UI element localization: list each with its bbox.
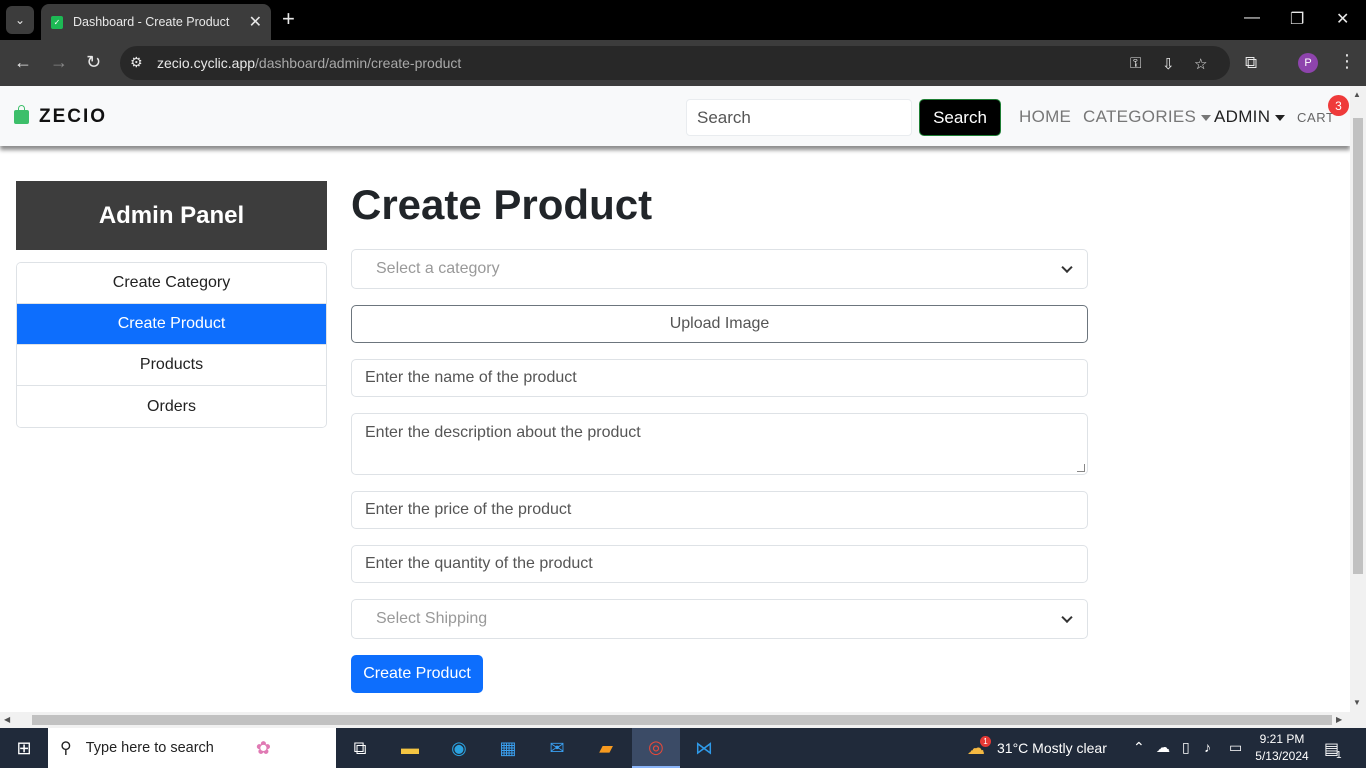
magnifier-icon: ⚲ [60,740,72,757]
tab-title: Dashboard - Create Product [73,15,230,29]
product-name-placeholder: Enter the name of the product [365,369,577,386]
search-input[interactable] [686,99,912,136]
vertical-scroll-thumb[interactable] [1353,118,1363,574]
scroll-down-arrow-icon[interactable]: ▼ [1353,698,1361,707]
network-icon[interactable]: ▭ [1229,739,1242,756]
weather-alert-badge: 1 [980,736,991,747]
task-view-icon[interactable]: ⧉ [348,728,372,768]
notification-count: 1 [1336,750,1342,761]
category-select-placeholder: Select a category [376,260,500,277]
caret-down-icon [1201,114,1212,121]
product-name-input[interactable]: Enter the name of the product [351,359,1088,397]
vscode-icon[interactable]: ⋈ [692,728,716,768]
chevron-down-icon [1061,611,1073,624]
microsoft-store-icon[interactable]: ▦ [496,728,520,768]
weather-text[interactable]: 31°C Mostly clear [997,740,1107,756]
admin-menu: Create Category Create Product Products … [16,262,327,428]
url-text[interactable]: zecio.cyclic.app/dashboard/admin/create-… [157,55,461,71]
mail-icon[interactable]: ✉ [545,728,569,768]
window-close-icon[interactable]: ✕ [1336,9,1349,29]
cart-count-badge: 3 [1328,95,1349,116]
profile-avatar[interactable]: P [1298,53,1318,73]
sublime-text-icon[interactable]: ▰ [594,728,618,768]
install-app-icon[interactable]: ⇩ [1162,55,1175,73]
brand-logo[interactable]: ZECIO [14,105,108,128]
browser-tab-active[interactable]: ✓ Dashboard - Create Product ✕ [41,4,271,40]
nav-admin-dropdown[interactable]: ADMIN [1214,107,1286,127]
menu-item-create-category[interactable]: Create Category [17,263,326,304]
page-title: Create Product [351,181,653,228]
extensions-icon[interactable]: ⧉ [1245,53,1257,73]
battery-icon[interactable]: ▯ [1182,739,1190,756]
product-price-placeholder: Enter the price of the product [365,501,572,518]
file-explorer-icon[interactable]: ▬ [398,728,422,768]
browser-tab-bar: ⌄ ✓ Dashboard - Create Product ✕ + — ❐ ✕ [0,0,1366,40]
water-lily-icon: ✿ [255,737,271,758]
chrome-icon[interactable]: ◎ [632,728,680,768]
search-button[interactable]: Search [919,99,1001,136]
nav-cart-link[interactable]: CART [1297,110,1335,125]
browser-menu-icon[interactable]: ⋮ [1338,51,1356,72]
weather-icon[interactable]: ☁ [964,728,988,768]
chevron-up-icon[interactable]: ⌃ [1133,739,1145,756]
bookmark-star-icon[interactable]: ☆ [1194,55,1207,73]
tab-close-icon[interactable]: ✕ [249,12,262,32]
tab-search-button[interactable]: ⌄ [6,6,34,34]
horizontal-scroll-thumb[interactable] [32,715,1332,725]
site-settings-icon[interactable]: ⚙ [130,54,143,71]
shopping-bag-icon [14,105,29,124]
product-quantity-input[interactable]: Enter the quantity of the product [351,545,1088,583]
menu-item-products[interactable]: Products [17,345,326,386]
taskbar-clock[interactable]: 9:21 PM 5/13/2024 [1253,731,1311,765]
nav-home-link[interactable]: HOME [1019,107,1071,127]
clock-time: 9:21 PM [1259,732,1305,746]
scroll-left-arrow-icon[interactable]: ◀ [4,715,10,724]
password-key-icon[interactable]: ⚿ [1130,55,1141,72]
forward-icon[interactable]: → [50,52,68,72]
volume-icon[interactable]: ♪ [1204,739,1211,755]
minimize-icon[interactable]: — [1244,9,1260,27]
product-price-input[interactable]: Enter the price of the product [351,491,1088,529]
shipping-select[interactable]: Select Shipping [351,599,1088,639]
product-quantity-placeholder: Enter the quantity of the product [365,555,593,572]
create-product-button[interactable]: Create Product [351,655,483,693]
menu-item-create-product[interactable]: Create Product [17,304,326,345]
upload-image-button[interactable]: Upload Image [351,305,1088,343]
page-viewport: ZECIO Search HOME CATEGORIES ADMIN CART … [0,86,1350,712]
reload-icon[interactable]: ↻ [86,52,101,72]
brand-name: ZECIO [39,106,108,127]
shipping-select-placeholder: Select Shipping [376,610,488,627]
product-description-textarea[interactable]: Enter the description about the product [351,413,1088,475]
clock-date: 5/13/2024 [1255,749,1309,763]
chevron-down-icon [1061,261,1073,274]
windows-taskbar: ⊞ ⚲ Type here to search ✿ ⧉ ▬ ◉ ▦ ✉ ▰ ◎ … [0,728,1366,768]
resize-handle-icon[interactable] [1077,464,1085,472]
back-icon[interactable]: ← [14,52,32,72]
taskbar-search-placeholder: Type here to search [85,740,214,756]
edge-browser-icon[interactable]: ◉ [447,728,471,768]
caret-down-icon [1275,114,1286,121]
scroll-up-arrow-icon[interactable]: ▲ [1353,90,1361,99]
nav-categories-dropdown[interactable]: CATEGORIES [1083,107,1212,127]
site-favicon-icon: ✓ [51,15,63,29]
new-tab-icon[interactable]: + [282,8,295,30]
windows-start-icon[interactable]: ⊞ [12,728,36,768]
taskbar-search-box[interactable]: ⚲ Type here to search ✿ [48,728,336,768]
address-bar[interactable]: ⚙ zecio.cyclic.app/dashboard/admin/creat… [120,46,1230,80]
menu-item-orders[interactable]: Orders [17,386,326,427]
product-description-placeholder: Enter the description about the product [365,424,641,441]
onedrive-icon[interactable]: ☁ [1156,739,1170,756]
scroll-right-arrow-icon[interactable]: ▶ [1336,715,1342,724]
site-navbar: ZECIO Search HOME CATEGORIES ADMIN CART … [0,86,1350,146]
category-select[interactable]: Select a category [351,249,1088,289]
admin-panel-title: Admin Panel [16,181,327,250]
restore-icon[interactable]: ❐ [1290,9,1304,29]
horizontal-scrollbar[interactable]: ◀ ▶ [0,712,1366,728]
browser-toolbar: ← → ↻ ⚙ zecio.cyclic.app/dashboard/admin… [0,40,1366,86]
vertical-scrollbar[interactable]: ▲ ▼ [1350,86,1366,712]
